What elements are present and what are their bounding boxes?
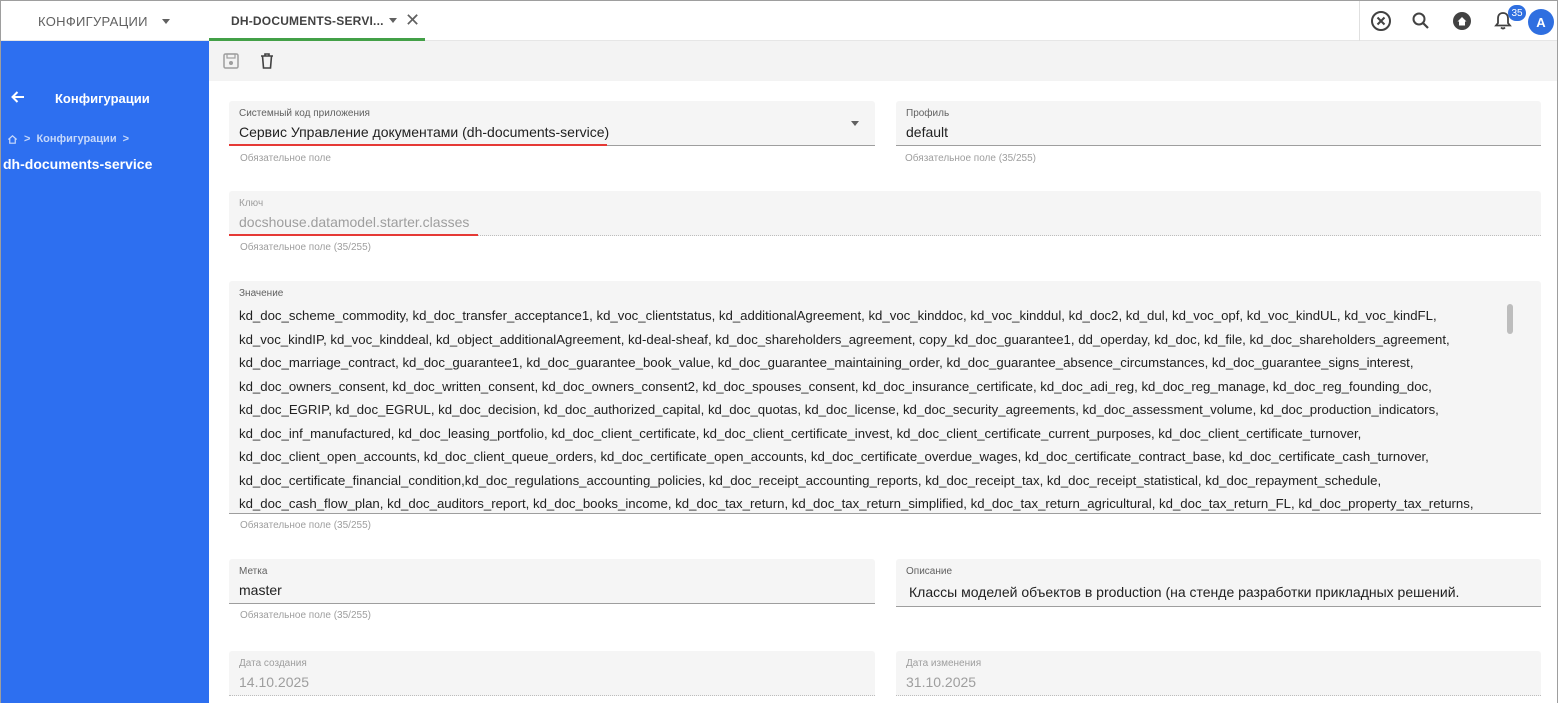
sidebar: Конфигурации > Конфигурации > dh-documen… <box>1 41 209 703</box>
avatar[interactable]: A <box>1528 9 1554 35</box>
close-icon[interactable]: ✕ <box>405 11 420 29</box>
top-bar: КОНФИГУРАЦИИ DH-DOCUMENTS-SERVI... ✕ 35 … <box>1 1 1557 41</box>
sidebar-title: Конфигурации <box>55 91 150 106</box>
app-code-hint: Обязательное поле <box>240 153 331 164</box>
value-line: kd_doc_marriage_contract, kd_doc_guarant… <box>239 355 1414 370</box>
value-line: kd_doc_EGRIP, kd_doc_EGRUL, kd_doc_decis… <box>239 402 1439 417</box>
value-line: kd_doc_cash_flow_plan, kd_doc_auditors_r… <box>239 496 1474 511</box>
breadcrumb-separator: > <box>122 133 130 145</box>
home-icon[interactable] <box>1450 9 1474 33</box>
breadcrumb-current: dh-documents-service <box>3 156 153 172</box>
back-arrow-icon[interactable] <box>10 89 26 105</box>
dropdown-caret-icon[interactable] <box>851 121 859 126</box>
profile-field[interactable]: Профиль default <box>896 101 1541 146</box>
value-line: kd_voc_kindIP, kd_voc_kinddeal, kd_objec… <box>239 331 1450 347</box>
modified-date-label: Дата изменения <box>906 658 982 669</box>
toolbar <box>209 41 1557 81</box>
app-code-select[interactable]: Системный код приложения Сервис Управлен… <box>229 101 875 146</box>
key-label: Ключ <box>239 198 264 209</box>
value-label: Значение <box>239 288 284 299</box>
key-field: Ключ docshouse.datamodel.starter.classes <box>229 191 1541 236</box>
modified-date-field: Дата изменения 31.10.2025 <box>896 651 1541 696</box>
label-field-hint: Обязательное поле (35/255) <box>240 610 371 621</box>
tab-dh-documents-service[interactable]: DH-DOCUMENTS-SERVI... ✕ <box>209 1 425 41</box>
caret-down-icon <box>161 18 170 24</box>
scrollbar-thumb[interactable] <box>1507 304 1513 334</box>
profile-value: default <box>906 124 949 140</box>
created-date-label: Дата создания <box>239 658 307 669</box>
search-icon[interactable] <box>1409 9 1433 33</box>
breadcrumb-separator: > <box>24 133 31 145</box>
description-value: Классы моделей объектов в production (на… <box>909 584 1460 600</box>
label-field-value: master <box>239 582 282 598</box>
description-field[interactable]: Описание Классы моделей объектов в produ… <box>896 559 1541 607</box>
value-textarea[interactable]: Значение kd_doc_scheme_commodity, kd_doc… <box>229 281 1541 514</box>
notifications-badge: 35 <box>1508 5 1526 21</box>
value-line: kd_doc_inf_manufactured, kd_doc_leasing_… <box>239 425 1362 441</box>
main-content: Системный код приложения Сервис Управлен… <box>209 41 1557 703</box>
key-error-underline <box>229 234 478 236</box>
breadcrumb: > Конфигурации > <box>7 133 129 145</box>
value-line: kd_doc_scheme_commodity, kd_doc_transfer… <box>239 308 1437 323</box>
tab-caret-down-icon[interactable] <box>389 18 397 23</box>
created-date-value: 14.10.2025 <box>239 674 310 690</box>
value-text: kd_doc_scheme_commodity, kd_doc_transfer… <box>239 304 1489 516</box>
breadcrumb-parent[interactable]: Конфигурации <box>36 133 116 145</box>
save-icon[interactable] <box>221 51 241 71</box>
cancel-circle-icon[interactable] <box>1369 9 1393 33</box>
modified-date-value: 31.10.2025 <box>906 674 977 690</box>
value-line: kd_doc_owners_consent, kd_doc_written_co… <box>239 378 1432 394</box>
label-field-label: Метка <box>239 566 268 577</box>
configurations-menu[interactable]: КОНФИГУРАЦИИ <box>38 1 170 41</box>
app-code-value: Сервис Управление документами (dh-docume… <box>239 124 610 140</box>
value-line: kd_doc_client_open_accounts, kd_doc_clie… <box>239 449 1429 464</box>
tab-label: DH-DOCUMENTS-SERVI... <box>231 14 384 28</box>
created-date-field: Дата создания 14.10.2025 <box>229 651 875 696</box>
key-value: docshouse.datamodel.starter.classes <box>239 214 470 230</box>
value-hint: Обязательное поле (35/255) <box>240 520 371 531</box>
description-label: Описание <box>906 566 953 577</box>
app-code-error-underline <box>229 144 607 146</box>
delete-icon[interactable] <box>257 51 277 71</box>
value-line: kd_doc_certificate_financial_condition,k… <box>239 472 1382 488</box>
label-field[interactable]: Метка master <box>229 559 875 604</box>
profile-label: Профиль <box>906 108 950 119</box>
profile-hint: Обязательное поле (35/255) <box>905 153 1036 164</box>
configurations-menu-label: КОНФИГУРАЦИИ <box>38 13 148 29</box>
key-hint: Обязательное поле (35/255) <box>240 242 371 253</box>
home-small-icon[interactable] <box>7 134 18 145</box>
app-code-label: Системный код приложения <box>239 108 370 119</box>
